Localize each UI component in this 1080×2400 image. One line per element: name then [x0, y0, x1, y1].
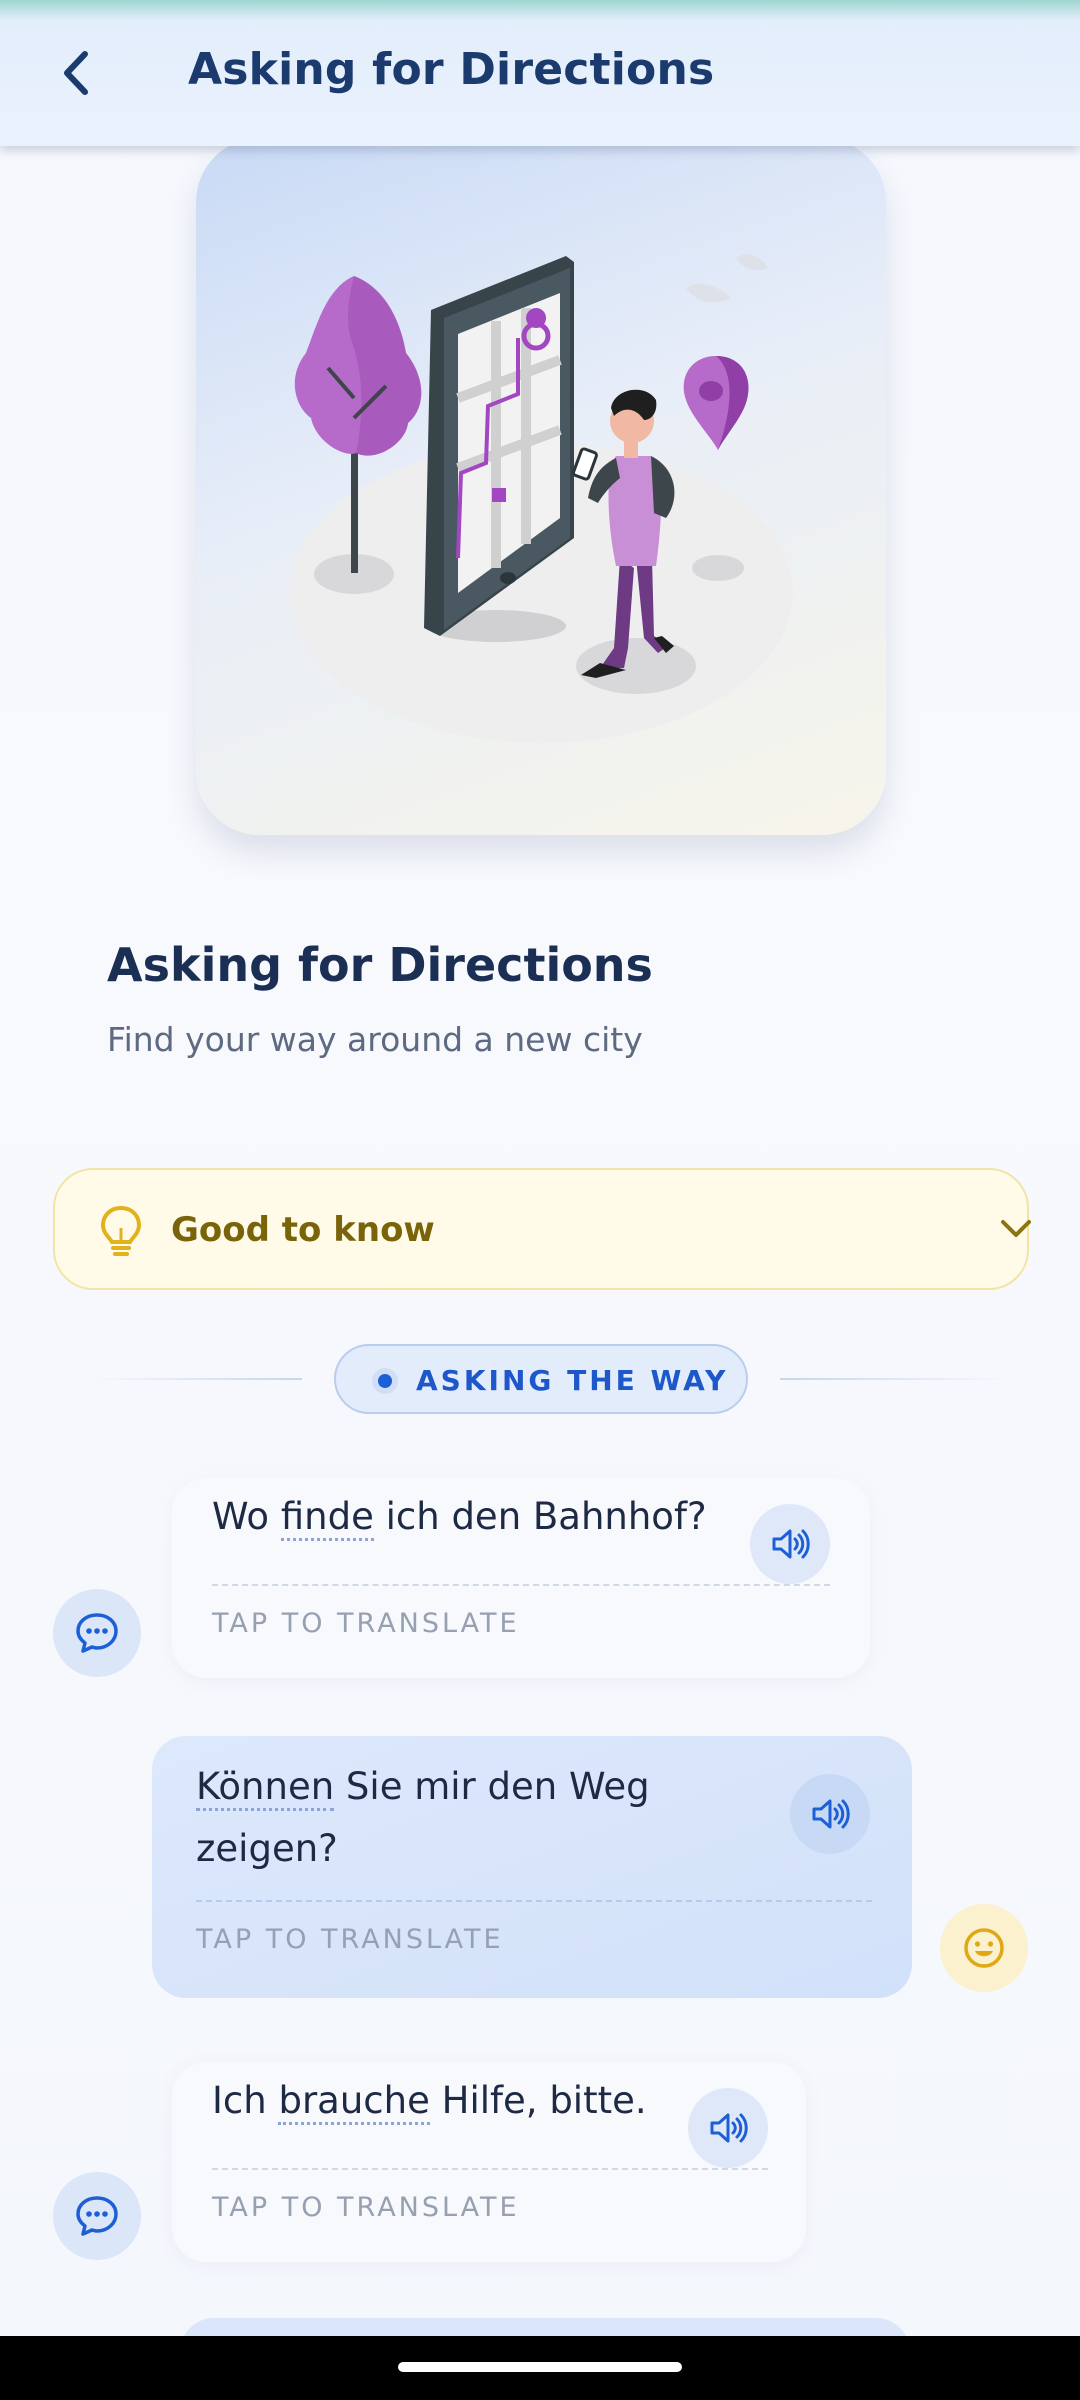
smiley-icon — [964, 1928, 1004, 1968]
phrase-bubble[interactable]: Ich brauche Hilfe, bitte. TAP TO TRANSLA… — [172, 2062, 806, 2262]
lesson-title: Asking for Directions — [107, 938, 653, 992]
phrase-bubble[interactable]: Wo finde ich den Bahnhof? TAP TO TRANSLA… — [172, 1478, 870, 1678]
phrase-text[interactable]: Wo finde ich den Bahnhof? — [212, 1486, 707, 1548]
section-divider-right — [780, 1378, 1010, 1380]
app-bar: Asking for Directions — [0, 0, 1080, 146]
phrase-highlight-word[interactable]: brauche — [278, 2079, 430, 2125]
back-button[interactable] — [42, 38, 112, 108]
phrase-divider — [212, 2168, 768, 2170]
speak-button[interactable] — [750, 1504, 830, 1584]
map-phone-illustration — [289, 254, 793, 743]
phrase-text-after: ich den Bahnhof? — [373, 1495, 707, 1538]
phrase-text-before: Ich — [212, 2079, 279, 2122]
speaker-icon — [812, 1799, 850, 1829]
phrase-text[interactable]: Ich brauche Hilfe, bitte. — [212, 2070, 647, 2132]
user-avatar — [940, 1904, 1028, 1992]
page-title: Asking for Directions — [188, 44, 715, 95]
phrase-bubble-user[interactable]: Können Sie mir den Weg zeigen? TAP TO TR… — [152, 1736, 912, 1998]
phrase-divider — [212, 1584, 830, 1586]
chevron-down-icon[interactable] — [999, 1217, 1033, 1241]
speaker-avatar — [53, 2172, 141, 2260]
lesson-illustration — [196, 138, 886, 835]
good-to-know-label: Good to know — [171, 1210, 435, 1250]
lesson-subtitle: Find your way around a new city — [107, 1020, 643, 1059]
speak-button[interactable] — [688, 2088, 768, 2168]
section-label: ASKING THE WAY — [416, 1364, 729, 1397]
speak-button[interactable] — [790, 1774, 870, 1854]
tap-to-translate[interactable]: TAP TO TRANSLATE — [196, 1924, 504, 1955]
phrase-text-before: Wo — [212, 1495, 281, 1538]
home-indicator[interactable] — [398, 2362, 682, 2372]
phrase-highlight-word[interactable]: finde — [280, 1495, 374, 1541]
lightbulb-icon — [100, 1205, 142, 1256]
chevron-left-icon — [64, 51, 88, 95]
status-glow — [0, 0, 1080, 20]
phrase-text[interactable]: Können Sie mir den Weg zeigen? — [196, 1756, 756, 1880]
section-divider-left — [88, 1378, 302, 1380]
chat-bubble-icon — [76, 2196, 118, 2236]
section-header-pill: ASKING THE WAY — [334, 1344, 748, 1414]
speaker-icon — [772, 1529, 810, 1559]
tap-to-translate[interactable]: TAP TO TRANSLATE — [212, 1608, 520, 1639]
tap-to-translate[interactable]: TAP TO TRANSLATE — [212, 2192, 520, 2223]
speaker-avatar — [53, 1589, 141, 1677]
good-to-know-card[interactable]: Good to know — [53, 1168, 1031, 1290]
phrase-text-after: Hilfe, bitte. — [429, 2079, 647, 2122]
phrase-divider — [196, 1900, 872, 1902]
phrase-highlight-word[interactable]: Können — [196, 1765, 335, 1811]
speaker-icon — [710, 2113, 748, 2143]
chat-bubble-icon — [76, 1613, 118, 1653]
section-dot — [378, 1374, 392, 1388]
